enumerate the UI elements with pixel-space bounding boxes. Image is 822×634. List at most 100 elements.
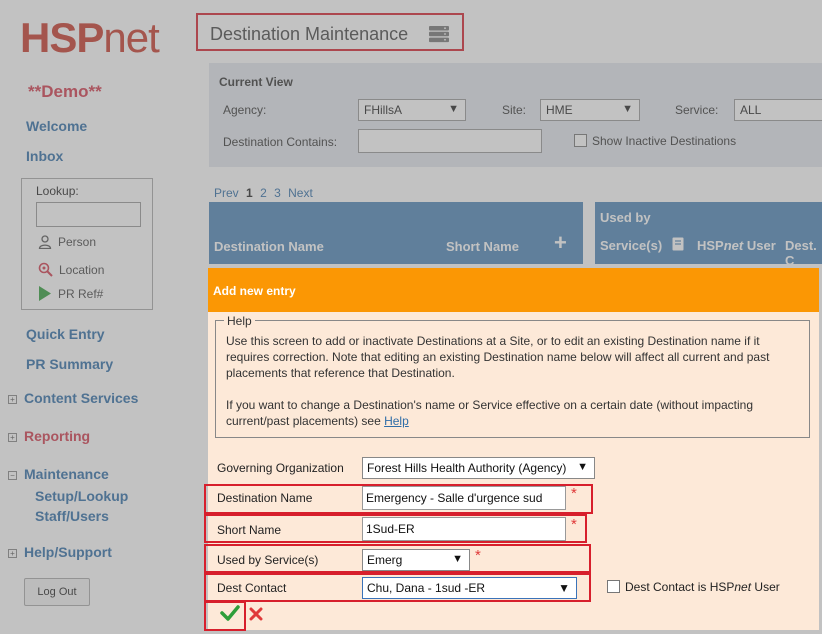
checkbox-icon[interactable]: [574, 134, 587, 147]
chevron-down-icon: ▼: [448, 103, 459, 115]
help-support-label: Help/Support: [24, 544, 112, 560]
lookup-location[interactable]: Location: [38, 262, 104, 277]
required-marker: *: [475, 547, 481, 564]
grid-header-right: Used by Service(s) HSPnet User Dest. C: [595, 202, 822, 268]
cancel-x-icon[interactable]: [249, 607, 263, 621]
service-value: ALL: [740, 103, 762, 117]
governing-org-select[interactable]: Forest Hills Health Authority (Agency) ▼: [362, 457, 595, 479]
logo-main-text: HSP: [20, 14, 104, 61]
logo-suffix-text: net: [103, 14, 159, 61]
location-search-icon: [38, 262, 53, 277]
help-fieldset: Help Use this screen to add or inactivat…: [215, 314, 810, 438]
sidebar-item-staff-users[interactable]: Staff/Users: [35, 508, 109, 524]
sidebar-section-help-support[interactable]: + Help/Support: [8, 544, 112, 560]
site-label: Site:: [502, 103, 527, 117]
show-inactive-checkbox[interactable]: Show Inactive Destinations: [574, 134, 736, 148]
help-link[interactable]: Help: [384, 414, 409, 428]
checkbox-icon[interactable]: [607, 580, 620, 593]
site-select[interactable]: HME ▼: [540, 99, 640, 121]
page-title-box: Destination Maintenance: [196, 13, 464, 51]
expand-plus-icon: +: [8, 433, 17, 442]
sidebar-section-content-services[interactable]: + Content Services: [8, 390, 138, 406]
lookup-input[interactable]: [36, 202, 141, 227]
pagination: Prev 1 2 3 Next: [214, 186, 317, 200]
required-marker: *: [571, 485, 577, 502]
lookup-location-label: Location: [59, 262, 105, 277]
dest-contact-label: Dest Contact: [217, 581, 287, 595]
help-legend: Help: [224, 314, 255, 328]
governing-org-value: Forest Hills Health Authority (Agency): [367, 461, 567, 475]
col-dest-contact[interactable]: Dest. C: [785, 238, 822, 268]
sidebar-section-maintenance[interactable]: − Maintenance: [8, 466, 109, 482]
used-by-services-label: Used by Service(s): [217, 553, 319, 567]
logout-button[interactable]: Log Out: [24, 578, 90, 606]
agency-value: FHillsA: [364, 103, 402, 117]
expand-plus-icon: +: [8, 395, 17, 404]
add-plus-icon[interactable]: +: [554, 230, 567, 256]
chevron-down-icon: ▼: [452, 553, 463, 565]
database-server-icon: [429, 26, 449, 43]
pager-next[interactable]: Next: [288, 186, 313, 200]
sidebar-item-setup-lookup[interactable]: Setup/Lookup: [35, 488, 128, 504]
current-view-panel: Current View Agency: FHillsA ▼ Site: HME ▼…: [209, 63, 822, 167]
hspnet-user-suffix: User: [743, 238, 776, 253]
dest-contact-user-italic: net: [734, 580, 752, 594]
lookup-label: Lookup:: [36, 184, 79, 198]
pager-page-2[interactable]: 2: [260, 186, 267, 200]
destination-name-value: Emergency - Salle d'urgence sud: [366, 491, 543, 505]
col-hspnet-user[interactable]: HSPnet User: [697, 238, 776, 253]
agency-select[interactable]: FHillsA ▼: [358, 99, 466, 121]
short-name-input[interactable]: 1Sud-ER: [362, 517, 566, 541]
dest-contact-value: Chu, Dana - 1sud -ER: [367, 581, 486, 595]
confirm-checkmark-icon[interactable]: [220, 604, 240, 622]
add-entry-dialog: Add new entry Help Use this screen to ad…: [208, 268, 819, 630]
book-icon[interactable]: [672, 237, 684, 251]
lookup-person-label: Person: [58, 235, 97, 249]
page-title: Destination Maintenance: [210, 24, 409, 44]
chevron-down-icon: ▼: [558, 581, 570, 595]
pager-page-3[interactable]: 3: [274, 186, 281, 200]
sidebar: HSPnet **Demo** Welcome Inbox Lookup: Pe…: [0, 0, 185, 634]
dialog-header: Add new entry: [208, 268, 819, 312]
help-paragraph-2-text: If you want to change a Destination's na…: [226, 398, 754, 428]
play-icon: [39, 286, 51, 301]
lookup-prref-label: PR Ref#: [58, 286, 104, 301]
governing-org-label: Governing Organization: [217, 461, 344, 475]
destination-name-label: Destination Name: [217, 491, 313, 505]
pager-page-1[interactable]: 1: [246, 186, 253, 200]
service-label: Service:: [675, 103, 719, 117]
sidebar-item-welcome[interactable]: Welcome: [26, 118, 87, 134]
destination-contains-input[interactable]: [358, 129, 542, 153]
lookup-person[interactable]: Person: [38, 235, 96, 249]
col-services[interactable]: Service(s): [600, 238, 662, 253]
chevron-down-icon: ▼: [577, 461, 588, 473]
short-name-value: 1Sud-ER: [366, 522, 415, 536]
expand-plus-icon: +: [8, 549, 17, 558]
show-inactive-label: Show Inactive Destinations: [592, 134, 737, 148]
maintenance-label: Maintenance: [24, 466, 109, 482]
sidebar-item-pr-summary[interactable]: PR Summary: [26, 356, 113, 372]
reporting-label: Reporting: [24, 428, 91, 444]
col-short-name[interactable]: Short Name: [446, 239, 519, 254]
pager-prev[interactable]: Prev: [214, 186, 239, 200]
dest-contact-is-user-checkbox[interactable]: Dest Contact is HSPnet User: [607, 580, 780, 594]
short-name-label: Short Name: [217, 523, 282, 537]
destination-name-input[interactable]: Emergency - Salle d'urgence sud: [362, 486, 566, 510]
sidebar-item-quick-entry[interactable]: Quick Entry: [26, 326, 105, 342]
service-select[interactable]: ALL: [734, 99, 822, 121]
dest-contact-select[interactable]: Chu, Dana - 1sud -ER ▼: [362, 577, 577, 599]
sidebar-item-inbox[interactable]: Inbox: [26, 148, 63, 164]
agency-label: Agency:: [223, 103, 267, 117]
col-destination-name[interactable]: Destination Name: [214, 239, 324, 254]
used-by-services-select[interactable]: Emerg ▼: [362, 549, 470, 571]
lookup-prref[interactable]: PR Ref#: [38, 286, 103, 301]
sidebar-section-reporting[interactable]: + Reporting: [8, 428, 90, 444]
used-by-services-value: Emerg: [367, 553, 403, 567]
lookup-panel: Lookup: Person Location PR Ref#: [21, 178, 153, 310]
hspnet-user-italic: net: [723, 238, 744, 253]
dest-contact-user-suffix: User: [751, 580, 780, 594]
help-paragraph-1: Use this screen to add or inactivate Des…: [226, 334, 770, 380]
hspnet-user-prefix: HSP: [697, 238, 724, 253]
destination-contains-label: Destination Contains:: [223, 135, 338, 149]
help-paragraph-2: If you want to change a Destination's na…: [226, 397, 791, 429]
